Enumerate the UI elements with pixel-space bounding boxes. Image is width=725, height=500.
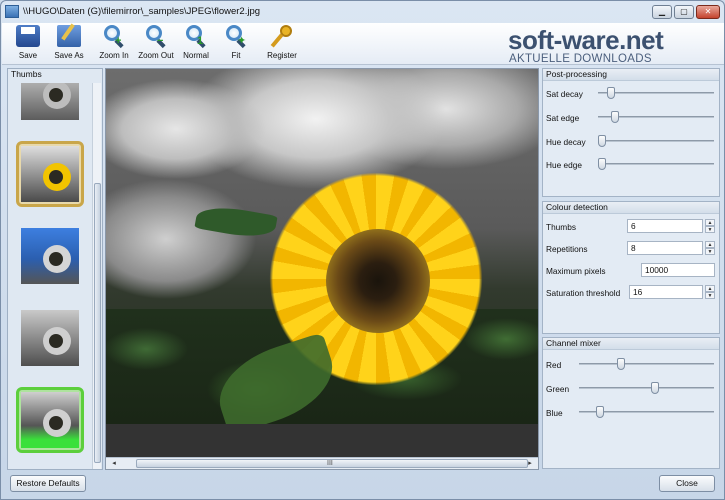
zoom-out-button[interactable]: − Zoom Out xyxy=(136,25,176,60)
restore-defaults-button[interactable]: Restore Defaults xyxy=(10,475,86,492)
zoom-in-label: Zoom In xyxy=(99,51,129,60)
footer-bar: Restore Defaults Close xyxy=(2,471,724,499)
register-button[interactable]: Register xyxy=(264,25,300,60)
thumbnail[interactable] xyxy=(16,223,84,289)
hue-decay-label: Hue decay xyxy=(546,137,586,147)
colour-detection-title: Colour detection xyxy=(543,202,719,214)
hue-edge-label: Hue edge xyxy=(546,160,582,170)
thumbnail[interactable] xyxy=(16,141,84,207)
maximize-button[interactable]: ▢ xyxy=(674,5,694,19)
settings-panel: Post-processing Sat decay Sat edge Hue d… xyxy=(542,68,720,470)
watermark-sub: AKTUELLE DOWNLOADS xyxy=(509,53,652,65)
thumbnail-list xyxy=(12,83,90,467)
blue-slider[interactable] xyxy=(579,406,714,418)
watermark-main: soft-ware.net xyxy=(508,25,664,55)
saturation-threshold-input[interactable]: 16 xyxy=(629,285,703,299)
green-slider[interactable] xyxy=(579,382,714,394)
thumbnail[interactable] xyxy=(16,83,84,125)
viewer-scroll-thumb[interactable]: III xyxy=(136,459,528,468)
minimize-button[interactable]: ▁ xyxy=(652,5,672,19)
scroll-left-arrow[interactable]: ◂ xyxy=(108,459,120,468)
scroll-grip: III xyxy=(327,460,333,467)
zoom-in-button[interactable]: + Zoom In xyxy=(96,25,132,60)
zoom-out-icon: − xyxy=(144,25,168,49)
zoom-normal-badge: 1 xyxy=(197,35,204,47)
thumbs-panel-title: Thumbs xyxy=(11,69,42,79)
sunflower-center xyxy=(326,229,430,333)
zoom-normal-button[interactable]: 1 Normal xyxy=(180,25,212,60)
saturation-threshold-label: Saturation threshold xyxy=(546,288,621,298)
thumbs-count-label: Thumbs xyxy=(546,222,576,232)
thumbs-count-input[interactable]: 6 xyxy=(627,219,703,233)
maximum-pixels-input[interactable]: 10000 xyxy=(641,263,715,277)
thumbs-panel: Thumbs xyxy=(7,68,103,470)
zoom-fit-badge: ✦ xyxy=(237,35,247,47)
save-label: Save xyxy=(18,51,38,60)
red-label: Red xyxy=(546,360,562,370)
image-viewer[interactable]: ◂ III ▸ xyxy=(105,68,539,470)
thumbs-scrollbar[interactable] xyxy=(92,83,101,469)
thumbnail[interactable] xyxy=(16,305,84,371)
post-processing-group: Post-processing Sat decay Sat edge Hue d… xyxy=(542,68,720,197)
sat-edge-slider[interactable] xyxy=(598,111,714,123)
sat-decay-label: Sat decay xyxy=(546,89,583,99)
thumbs-scroll-thumb[interactable] xyxy=(94,183,101,463)
green-label: Green xyxy=(546,384,570,394)
sat-decay-slider[interactable] xyxy=(598,87,714,99)
saturation-threshold-stepper[interactable]: ▲ ▼ xyxy=(705,285,715,299)
maximum-pixels-label: Maximum pixels xyxy=(546,266,606,276)
save-as-label: Save As xyxy=(54,51,84,60)
zoom-fit-label: Fit xyxy=(231,51,241,60)
sat-edge-label: Sat edge xyxy=(546,113,580,123)
zoom-fit-button[interactable]: ✦ Fit xyxy=(222,25,250,60)
save-icon xyxy=(16,25,40,47)
zoom-normal-label: Normal xyxy=(183,51,209,60)
app-window: \\HUGO\Daten (G)\filemirror\_samples\JPE… xyxy=(0,0,725,500)
close-button[interactable]: Close xyxy=(659,475,715,492)
save-as-button[interactable]: Save As xyxy=(50,25,88,60)
zoom-out-badge: − xyxy=(157,35,164,47)
key-icon xyxy=(270,25,294,48)
close-window-button[interactable]: ✕ xyxy=(696,5,720,19)
post-processing-title: Post-processing xyxy=(543,69,719,81)
repetitions-stepper[interactable]: ▲ ▼ xyxy=(705,241,715,255)
colour-detection-group: Colour detection Thumbs 6 ▲ ▼ Repetitions… xyxy=(542,201,720,334)
blue-label: Blue xyxy=(546,408,563,418)
sunflower-photo xyxy=(106,69,538,424)
hue-edge-slider[interactable] xyxy=(598,158,714,170)
channel-mixer-title: Channel mixer xyxy=(543,338,719,350)
zoom-in-icon: + xyxy=(102,25,126,49)
save-as-icon xyxy=(57,25,81,47)
save-button[interactable]: Save xyxy=(10,25,46,60)
viewer-horizontal-scrollbar[interactable]: ◂ III ▸ xyxy=(106,457,538,469)
repetitions-input[interactable]: 8 xyxy=(627,241,703,255)
red-slider[interactable] xyxy=(579,358,714,370)
repetitions-label: Repetitions xyxy=(546,244,588,254)
thumbnail[interactable] xyxy=(16,387,84,453)
window-title: \\HUGO\Daten (G)\filemirror\_samples\JPE… xyxy=(23,6,261,17)
zoom-out-label: Zoom Out xyxy=(138,51,174,60)
hue-decay-slider[interactable] xyxy=(598,135,714,147)
zoom-in-badge: + xyxy=(115,35,122,47)
watermark-logo: soft-ware.net AKTUELLE DOWNLOADS xyxy=(508,25,718,65)
scroll-right-arrow[interactable]: ▸ xyxy=(524,459,536,468)
channel-mixer-group: Channel mixer Red Green Blue xyxy=(542,337,720,469)
app-icon xyxy=(5,5,19,18)
thumbs-count-stepper[interactable]: ▲ ▼ xyxy=(705,219,715,233)
title-bar: \\HUGO\Daten (G)\filemirror\_samples\JPE… xyxy=(1,1,724,23)
zoom-normal-icon: 1 xyxy=(184,25,208,49)
zoom-fit-icon: ✦ xyxy=(224,25,248,49)
register-label: Register xyxy=(267,51,297,60)
